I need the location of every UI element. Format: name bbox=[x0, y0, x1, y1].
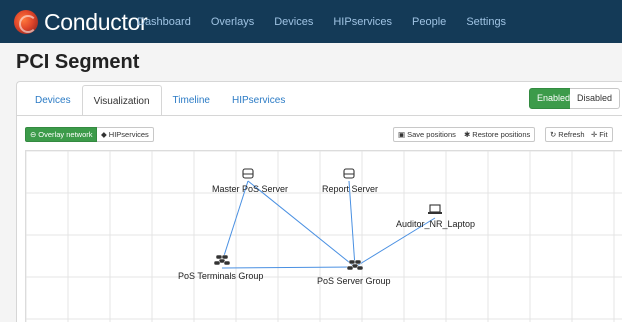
laptop-icon bbox=[428, 204, 442, 214]
tab-visualization[interactable]: Visualization bbox=[81, 85, 162, 116]
fit-label: Fit bbox=[599, 130, 608, 139]
graph-node-master[interactable]: Master PoS Server bbox=[212, 168, 288, 194]
tab-hipservices[interactable]: HIPservices bbox=[221, 85, 296, 116]
overlay-network-button[interactable]: ⊖ Overlay network bbox=[25, 127, 98, 142]
nav-hipservices[interactable]: HIPservices bbox=[333, 16, 392, 28]
graph-node-servergroup[interactable]: PoS Server Group bbox=[317, 259, 391, 286]
group-icon bbox=[346, 259, 364, 271]
node-label: PoS Server Group bbox=[317, 276, 391, 286]
nav-settings[interactable]: Settings bbox=[466, 16, 506, 28]
node-label: Master PoS Server bbox=[212, 184, 288, 194]
node-label: Auditor_NR_Laptop bbox=[396, 219, 475, 229]
page-margin bbox=[0, 43, 8, 322]
refresh-label: Refresh bbox=[558, 130, 585, 139]
tabs-divider bbox=[16, 115, 622, 116]
refresh-button[interactable]: ↻ Refresh bbox=[545, 127, 590, 142]
restore-positions-button[interactable]: ✱ Restore positions bbox=[460, 127, 536, 142]
nav-overlays[interactable]: Overlays bbox=[211, 16, 254, 28]
tab-devices[interactable]: Devices bbox=[24, 85, 82, 116]
restore-positions-label: Restore positions bbox=[472, 130, 531, 139]
node-label: Report Server bbox=[322, 184, 378, 194]
edge-terminals-servergroup bbox=[221, 266, 356, 269]
conductor-logo-icon bbox=[14, 10, 38, 34]
nav-devices[interactable]: Devices bbox=[274, 16, 313, 28]
graph-node-report[interactable]: Report Server bbox=[322, 168, 378, 194]
page-title: PCI Segment bbox=[16, 51, 140, 73]
expand-icon: ✛ bbox=[591, 130, 598, 139]
tab-timeline[interactable]: Timeline bbox=[162, 85, 221, 116]
nav-links: Dashboard Overlays Devices HIPservices P… bbox=[137, 0, 526, 43]
group-icon bbox=[213, 254, 231, 266]
asterisk-icon: ✱ bbox=[464, 130, 471, 139]
save-positions-label: Save positions bbox=[407, 130, 456, 139]
overlay-network-label: Overlay network bbox=[38, 130, 93, 139]
cube-icon: ◆ bbox=[101, 130, 107, 139]
brand-name: Conductor bbox=[44, 8, 148, 35]
fit-button[interactable]: ✛ Fit bbox=[587, 127, 613, 142]
refresh-icon: ↻ bbox=[550, 130, 557, 139]
node-label: PoS Terminals Group bbox=[178, 271, 263, 281]
server-icon bbox=[242, 168, 254, 179]
graph-svg: Master PoS Server Report Server Auditor_NR… bbox=[26, 151, 622, 322]
server-icon bbox=[343, 168, 355, 179]
graph-node-laptop[interactable]: Auditor_NR_Laptop bbox=[396, 204, 475, 229]
hipservices-label: HIPservices bbox=[108, 130, 149, 139]
save-positions-button[interactable]: ▣ Save positions bbox=[393, 127, 461, 142]
disabled-button[interactable]: Disabled bbox=[570, 88, 621, 109]
overlay-icon: ⊖ bbox=[30, 130, 37, 139]
nav-people[interactable]: People bbox=[412, 16, 446, 28]
brand[interactable]: Conductor bbox=[14, 8, 148, 36]
tab-bar: Devices Visualization Timeline HIPservic… bbox=[16, 85, 296, 116]
top-navbar: Conductor Dashboard Overlays Devices HIP… bbox=[0, 0, 622, 43]
floppy-disk-icon: ▣ bbox=[398, 130, 406, 139]
nav-dashboard[interactable]: Dashboard bbox=[137, 16, 191, 28]
hipservices-button[interactable]: ◆ HIPservices bbox=[97, 127, 154, 142]
network-graph[interactable]: Master PoS Server Report Server Auditor_NR… bbox=[25, 150, 622, 322]
graph-grid bbox=[26, 151, 622, 322]
